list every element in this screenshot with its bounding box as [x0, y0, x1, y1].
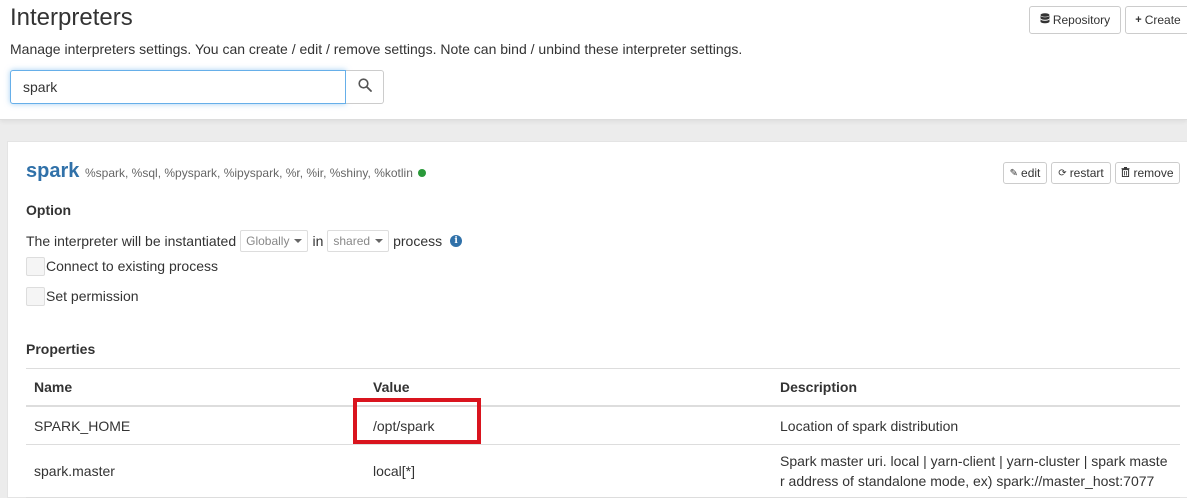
- mode-dropdown[interactable]: shared: [327, 230, 390, 252]
- repository-label: Repository: [1052, 13, 1111, 27]
- connect-existing-option[interactable]: Connect to existing process: [26, 256, 218, 276]
- interpreter-bindings: %spark, %sql, %pyspark, %ipyspark, %r, %…: [85, 166, 426, 180]
- table-row: spark.master local[*] Spark master uri. …: [26, 444, 1180, 498]
- interpreter-panel: spark %spark, %sql, %pyspark, %ipyspark,…: [7, 141, 1187, 498]
- refresh-icon: ⟳: [1058, 167, 1067, 179]
- interpreter-name[interactable]: spark: [26, 160, 79, 183]
- instantiated-text: The interpreter will be instantiated: [26, 233, 237, 249]
- repository-button[interactable]: Repository: [1029, 6, 1121, 34]
- trash-icon: [1121, 166, 1130, 180]
- scope-dropdown[interactable]: Globally: [240, 230, 309, 252]
- scope-value: Globally: [246, 234, 290, 248]
- bindings-text: %spark, %sql, %pyspark, %ipyspark, %r, %…: [85, 166, 413, 180]
- chevron-down-icon: [375, 239, 384, 243]
- process-text: process: [393, 233, 443, 249]
- property-name: SPARK_HOME: [26, 406, 365, 445]
- property-name: spark.master: [26, 444, 365, 498]
- connect-existing-checkbox[interactable]: [26, 256, 45, 276]
- property-value: local[*]: [365, 444, 772, 498]
- restart-button[interactable]: ⟳ restart: [1051, 162, 1111, 184]
- search-button[interactable]: [346, 70, 384, 104]
- page-description: Manage interpreters settings. You can cr…: [10, 41, 743, 57]
- database-icon: [1040, 12, 1050, 28]
- option-heading: Option: [26, 202, 72, 218]
- table-row: SPARK_HOME /opt/spark Location of spark …: [26, 406, 1180, 445]
- property-value: /opt/spark: [365, 406, 772, 445]
- remove-label: remove: [1133, 166, 1174, 180]
- restart-label: restart: [1069, 166, 1104, 180]
- connect-existing-label: Connect to existing process: [46, 258, 218, 274]
- column-header-description: Description: [772, 368, 1180, 407]
- properties-heading: Properties: [26, 341, 96, 357]
- page-title: Interpreters: [10, 4, 133, 31]
- plus-icon: +: [1135, 14, 1142, 26]
- set-permission-checkbox[interactable]: [26, 286, 45, 306]
- create-button[interactable]: + Create: [1125, 6, 1187, 34]
- remove-button[interactable]: remove: [1115, 162, 1180, 184]
- pencil-icon: ✎: [1009, 167, 1019, 179]
- table-header-row: Name Value Description: [26, 368, 1180, 407]
- info-icon[interactable]: i: [450, 235, 463, 247]
- set-permission-option[interactable]: Set permission: [26, 286, 139, 306]
- edit-label: edit: [1021, 166, 1041, 180]
- property-description: Location of spark distribution: [772, 406, 1180, 445]
- chevron-down-icon: [294, 239, 303, 243]
- create-label: Create: [1144, 13, 1181, 27]
- in-text: in: [312, 233, 324, 249]
- mode-value: shared: [333, 234, 371, 248]
- edit-button[interactable]: ✎ edit: [1003, 162, 1047, 184]
- column-header-value: Value: [365, 368, 772, 407]
- column-header-name: Name: [26, 368, 365, 407]
- instantiation-option: The interpreter will be instantiated Glo…: [26, 230, 463, 252]
- properties-table: Name Value Description SPARK_HOME /opt/s…: [26, 368, 1180, 498]
- set-permission-label: Set permission: [46, 288, 139, 304]
- search-input[interactable]: [10, 70, 346, 104]
- search-icon: [357, 77, 372, 97]
- page-header: Interpreters Manage interpreters setting…: [0, 0, 1187, 120]
- property-description: Spark master uri. local | yarn-client | …: [772, 444, 1180, 498]
- status-indicator: [417, 168, 426, 177]
